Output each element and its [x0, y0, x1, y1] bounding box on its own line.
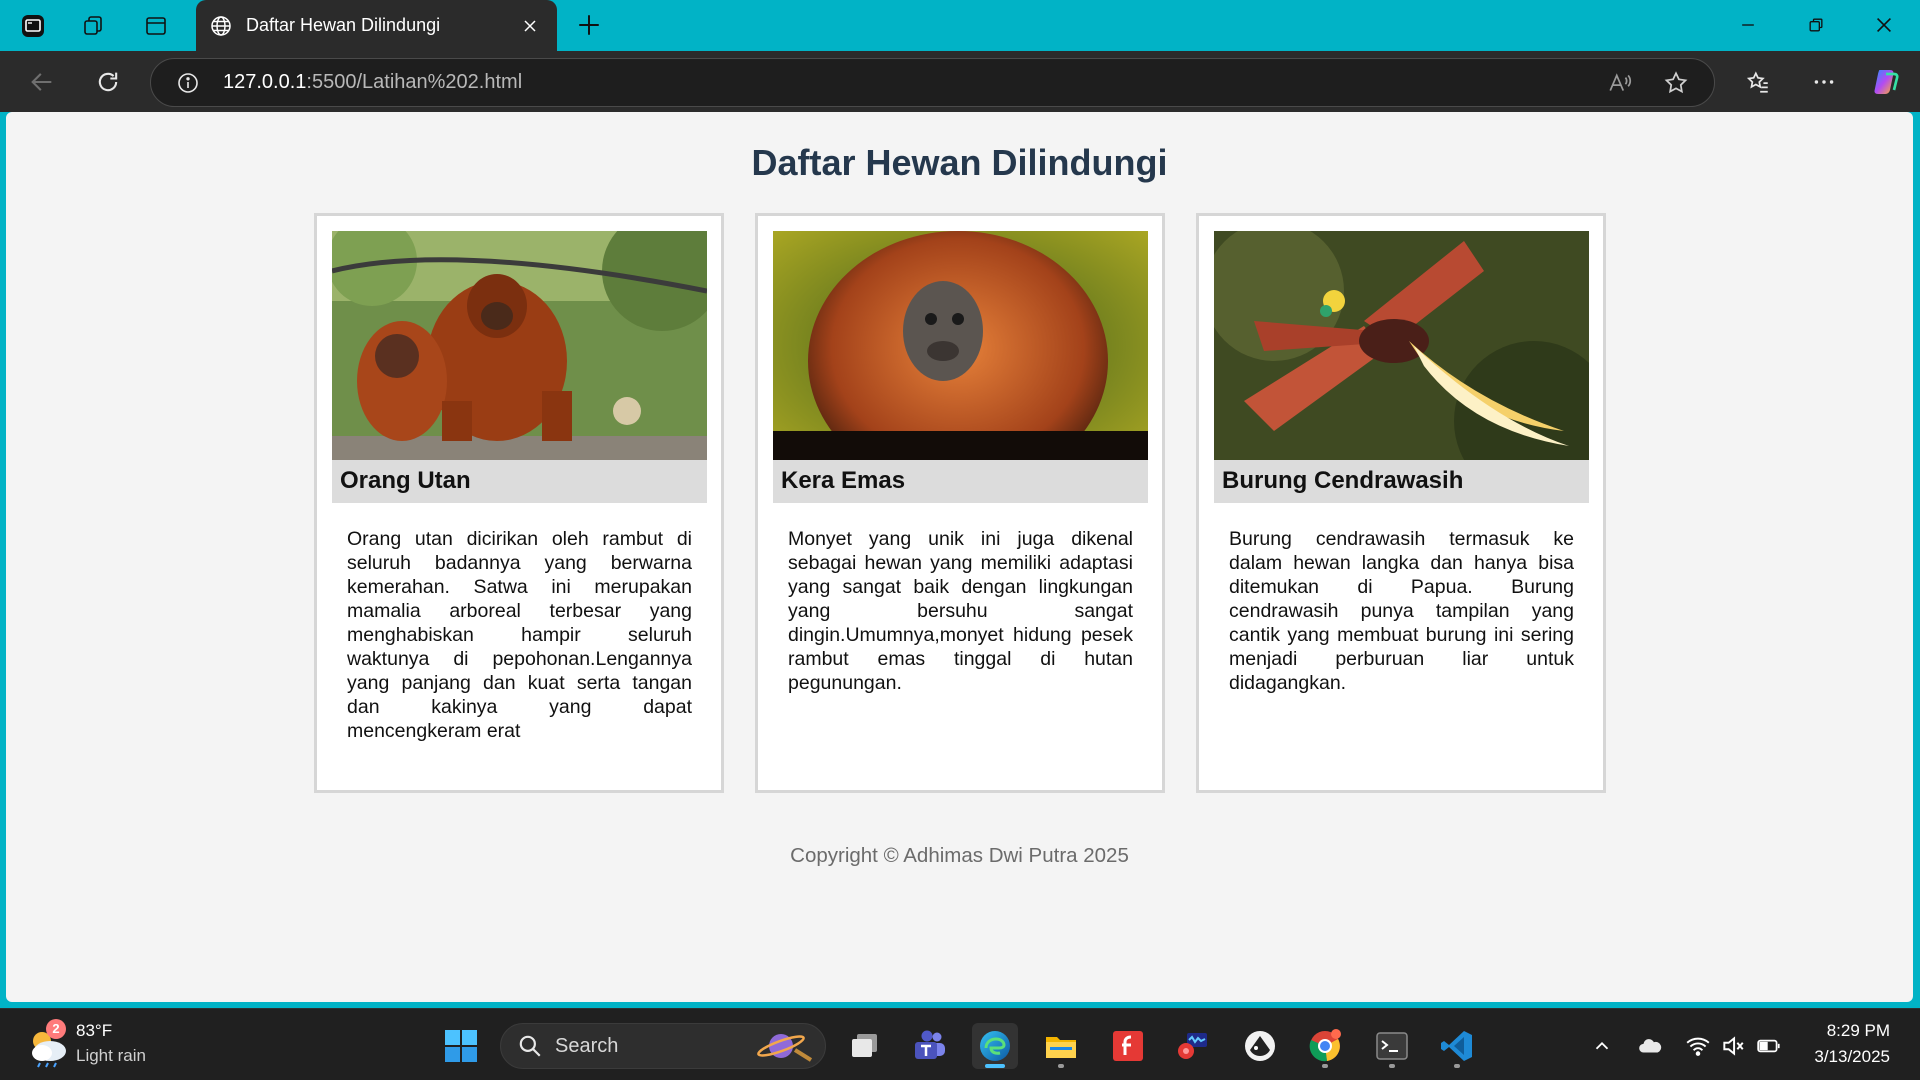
chevron-up-icon[interactable]: [1587, 1031, 1617, 1061]
workspaces-icon[interactable]: [76, 9, 110, 43]
running-indicator: [1322, 1064, 1328, 1068]
browser-tab-strip: Daftar Hewan Dilindungi: [0, 0, 1920, 51]
close-window-icon[interactable]: [1864, 8, 1904, 42]
onedrive-cloud-icon[interactable]: [1635, 1031, 1665, 1061]
running-indicator: [1454, 1064, 1460, 1068]
animal-card-kera-emas: Kera Emas Monyet yang unik ini juga dike…: [755, 213, 1165, 793]
golden-lion-tamarin-photo: [773, 231, 1148, 460]
more-options-icon[interactable]: [1806, 64, 1842, 100]
profile-icon[interactable]: [16, 9, 50, 43]
animal-card-burung-cendrawasih: Burung Cendrawasih Burung cendrawasih te…: [1196, 213, 1606, 793]
tab-title: Daftar Hewan Dilindungi: [246, 15, 441, 35]
card-description: Monyet yang unik ini juga dikenal sebaga…: [788, 528, 1133, 694]
back-arrow-icon[interactable]: [24, 64, 60, 100]
clock-time: 8:29 PM: [1826, 1021, 1890, 1040]
battery-icon[interactable]: [1754, 1031, 1784, 1061]
page-viewport: Daftar Hewan Dilindungi Orang Utan Orang…: [6, 112, 1913, 1002]
running-indicator: [1058, 1064, 1064, 1068]
start-windows-icon[interactable]: [438, 1023, 484, 1069]
url-path: :5500/Latihan%202.html: [306, 71, 523, 93]
url-host: 127.0.0.1: [223, 71, 307, 93]
animal-card-orang-utan: Orang Utan Orang utan dicirikan oleh ram…: [314, 213, 724, 793]
favorites-collection-icon[interactable]: [1740, 64, 1776, 100]
globe-icon: [208, 13, 234, 39]
windows-taskbar: 2 83°F Light rain Search 8:29 PM 3/13/20…: [0, 1008, 1920, 1080]
chrome-icon[interactable]: [1302, 1023, 1348, 1069]
card-description: Orang utan dicirikan oleh rambut di selu…: [347, 528, 692, 742]
restore-icon[interactable]: [1796, 8, 1836, 42]
monitor-app-icon[interactable]: [1170, 1023, 1216, 1069]
active-indicator: [985, 1064, 1005, 1068]
card-title: Burung Cendrawasih: [1214, 460, 1589, 503]
terminal-icon[interactable]: [1369, 1023, 1415, 1069]
active-tab[interactable]: Daftar Hewan Dilindungi: [196, 0, 557, 51]
tab-actions-icon[interactable]: [139, 9, 173, 43]
weather-badge: 2: [46, 1019, 66, 1039]
card-description: Burung cendrawasih termasuk ke dalam hew…: [1229, 528, 1574, 694]
site-info-icon[interactable]: [175, 70, 201, 96]
refresh-icon[interactable]: [90, 64, 126, 100]
copilot-icon[interactable]: [1868, 64, 1904, 100]
browser-toolbar: 127.0.0.1:5500/Latihan%202.html: [0, 51, 1920, 112]
search-highlight-planet-icon: [757, 1034, 813, 1062]
minimize-icon[interactable]: [1728, 8, 1768, 42]
card-title: Kera Emas: [773, 460, 1148, 503]
page-title: Daftar Hewan Dilindungi: [751, 142, 1168, 183]
wifi-icon[interactable]: [1683, 1031, 1713, 1061]
new-tab-icon[interactable]: [574, 10, 604, 40]
volume-muted-icon[interactable]: [1718, 1031, 1748, 1061]
search-label: Search: [555, 1034, 619, 1057]
card-title: Orang Utan: [332, 460, 707, 503]
read-aloud-icon[interactable]: [1605, 68, 1635, 98]
orangutan-photo: [332, 231, 707, 460]
inkscape-icon[interactable]: [1237, 1023, 1283, 1069]
copyright-footer: Copyright © Adhimas Dwi Putra 2025: [790, 844, 1129, 867]
vscode-icon[interactable]: [1434, 1023, 1480, 1069]
edge-icon[interactable]: [972, 1023, 1018, 1069]
weather-condition: Light rain: [76, 1046, 146, 1065]
weather-temperature: 83°F: [76, 1021, 113, 1040]
teams-icon[interactable]: [907, 1023, 953, 1069]
close-tab-icon[interactable]: [517, 13, 543, 39]
running-indicator: [1389, 1064, 1395, 1068]
file-explorer-icon[interactable]: [1038, 1023, 1084, 1069]
foxit-reader-icon[interactable]: [1105, 1023, 1151, 1069]
favorite-star-icon[interactable]: [1661, 68, 1691, 98]
taskbar-search[interactable]: Search: [500, 1023, 826, 1069]
clock-date: 3/13/2025: [1814, 1047, 1890, 1066]
task-view-icon[interactable]: [842, 1023, 888, 1069]
search-icon: [519, 1035, 541, 1057]
bird-of-paradise-photo: [1214, 231, 1589, 460]
address-bar[interactable]: 127.0.0.1:5500/Latihan%202.html: [150, 58, 1715, 107]
